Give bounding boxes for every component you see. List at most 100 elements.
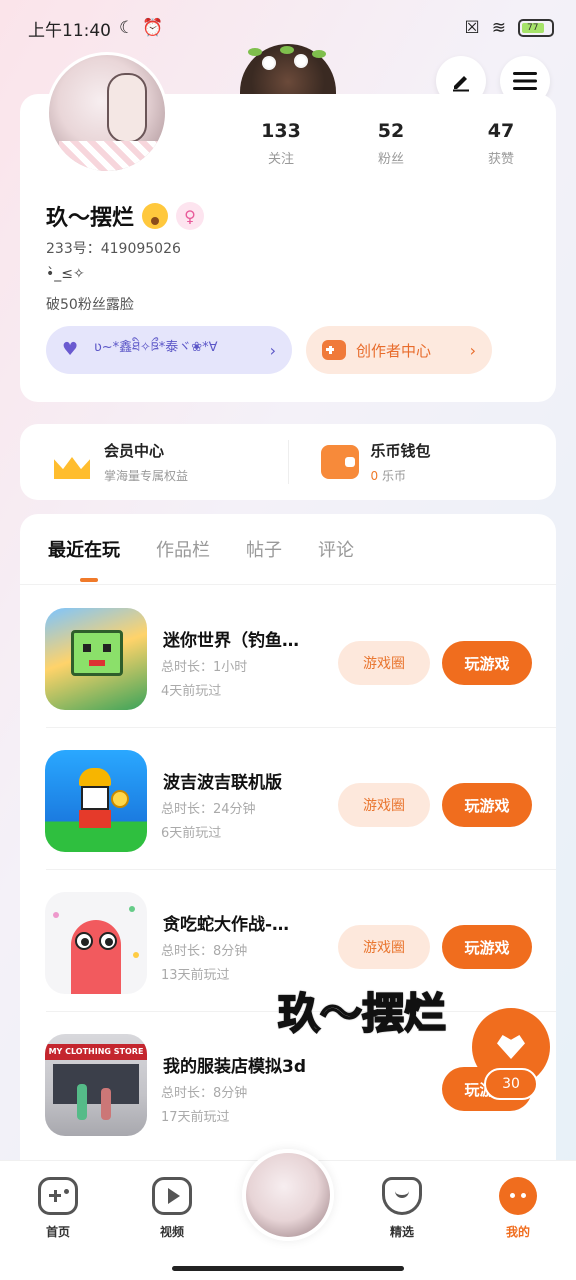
tab-bar: 最近在玩 作品栏 帖子 评论 bbox=[48, 536, 390, 562]
wallet-icon bbox=[320, 445, 359, 479]
member-center[interactable]: 会员中心 掌海量专属权益 bbox=[20, 424, 288, 500]
game-title: 波吉波吉联机版 bbox=[163, 773, 282, 793]
moon-icon: ☾ bbox=[119, 18, 135, 38]
nav-mine[interactable]: 我的 bbox=[478, 1177, 558, 1240]
signature-line-1: •̀_≤✧ bbox=[46, 266, 85, 282]
header-decoration bbox=[240, 44, 336, 98]
divider bbox=[20, 584, 556, 585]
game-circle-button[interactable]: 游戏圈 bbox=[338, 641, 430, 685]
game-duration: 总时长：8分钟 bbox=[161, 1086, 248, 1101]
game-icon-clothing-store[interactable]: MY CLOTHING STORE bbox=[45, 1034, 147, 1136]
nav-label: 我的 bbox=[505, 1225, 530, 1239]
yawn-emoji-icon bbox=[142, 203, 169, 229]
user-id: 233号：419095026 bbox=[46, 241, 181, 257]
coin-amount: 0 bbox=[370, 469, 379, 483]
nav-featured[interactable]: 精选 bbox=[362, 1177, 442, 1240]
nav-home[interactable]: 首页 bbox=[18, 1177, 98, 1240]
game-title: 贪吃蛇大作战-… bbox=[163, 915, 290, 935]
play-game-button[interactable]: 玩游戏 bbox=[442, 783, 532, 827]
creator-center-label: 创作者中心 bbox=[356, 341, 432, 360]
stat-likes[interactable]: 47 获赞 bbox=[446, 120, 556, 167]
stat-value: 133 bbox=[261, 120, 301, 142]
status-right: ☒ ≋ 77 bbox=[464, 18, 554, 38]
game-duration: 总时长：8分钟 bbox=[161, 944, 248, 959]
stat-value: 47 bbox=[487, 120, 515, 142]
tab-posts[interactable]: 帖子 bbox=[246, 536, 282, 562]
game-row[interactable]: 波吉波吉联机版 总时长：24分钟 6天前玩过 游戏圈 玩游戏 bbox=[20, 728, 556, 870]
game-duration: 总时长：1小时 bbox=[161, 660, 248, 675]
badge-pill[interactable]: ♥ ʋ~*鑫ཐི✧ཋྀ*泰ヾ❀*∀ › bbox=[46, 326, 292, 374]
game-last-played: 4天前玩过 bbox=[161, 684, 222, 699]
avatar[interactable] bbox=[46, 52, 168, 174]
status-time: 上午11:40 bbox=[28, 20, 111, 41]
stat-following[interactable]: 133 关注 bbox=[226, 120, 336, 167]
gamepad-icon bbox=[322, 340, 346, 360]
game-last-played: 17天前玩过 bbox=[161, 1110, 230, 1125]
coin-wallet-title: 乐币钱包 bbox=[370, 442, 431, 460]
stat-label: 关注 bbox=[267, 152, 294, 167]
game-title: 迷你世界（钓鱼… bbox=[163, 631, 299, 651]
nav-video[interactable]: 视频 bbox=[132, 1177, 212, 1240]
heart-icon bbox=[497, 1035, 525, 1059]
play-game-button[interactable]: 玩游戏 bbox=[442, 925, 532, 969]
game-last-played: 13天前玩过 bbox=[161, 968, 230, 983]
stat-label: 粉丝 bbox=[377, 152, 404, 167]
game-last-played: 6天前玩过 bbox=[161, 826, 222, 841]
face-icon bbox=[499, 1177, 537, 1215]
heart-diamond-icon bbox=[382, 1177, 422, 1215]
game-icon-mini-world[interactable] bbox=[45, 608, 147, 710]
member-title: 会员中心 bbox=[104, 442, 165, 460]
coin-balance: 0 乐币 bbox=[371, 467, 431, 484]
game-icon-bobo[interactable] bbox=[45, 750, 147, 852]
no-sim-icon: ☒ bbox=[464, 18, 480, 38]
game-title: 我的服装店模拟3d bbox=[163, 1057, 306, 1077]
avatar-image-detail-2 bbox=[59, 141, 159, 171]
gamepad-icon bbox=[38, 1177, 78, 1215]
member-subtitle: 掌海量专属权益 bbox=[104, 469, 189, 483]
alarm-icon: ⏰ bbox=[142, 18, 164, 38]
nickname-row: 玖～摆烂 ♀ bbox=[46, 200, 205, 232]
stats-row: 133 关注 52 粉丝 47 获赞 bbox=[226, 120, 556, 167]
active-tab-indicator bbox=[80, 578, 98, 582]
tab-comments[interactable]: 评论 bbox=[318, 536, 354, 562]
stat-value: 52 bbox=[377, 120, 405, 142]
game-row[interactable]: 迷你世界（钓鱼… 总时长：1小时 4天前玩过 游戏圈 玩游戏 bbox=[20, 586, 556, 728]
battery-icon: 77 bbox=[518, 19, 554, 37]
floating-nickname-overlay: 玖～摆烂 bbox=[277, 988, 447, 1039]
game-icon-snake[interactable] bbox=[45, 892, 147, 994]
game-duration: 总时长：24分钟 bbox=[161, 802, 256, 817]
signature-line-2: 破50粉丝露脸 bbox=[46, 297, 134, 313]
creator-center-button[interactable]: 创作者中心 › bbox=[306, 326, 492, 374]
wallet-card: 会员中心 掌海量专属权益 乐币钱包 0 乐币 bbox=[20, 424, 556, 500]
battery-level: 77 bbox=[522, 23, 544, 33]
pencil-icon bbox=[453, 76, 469, 92]
play-icon bbox=[152, 1177, 192, 1215]
chevron-right-icon: › bbox=[269, 340, 276, 360]
crown-icon bbox=[52, 445, 92, 479]
floating-count-badge[interactable]: 30 bbox=[484, 1068, 538, 1100]
nickname: 玖～摆烂 bbox=[46, 206, 135, 231]
status-left: 上午11:40 ☾ ⏰ bbox=[28, 16, 163, 41]
badge-text: ʋ~*鑫ཐི✧ཋྀ*泰ヾ❀*∀ bbox=[94, 339, 218, 355]
coin-unit: 乐币 bbox=[381, 469, 406, 483]
nav-label: 视频 bbox=[159, 1225, 184, 1239]
nav-label: 精选 bbox=[389, 1225, 414, 1239]
stat-followers[interactable]: 52 粉丝 bbox=[336, 120, 446, 167]
game-circle-button[interactable]: 游戏圈 bbox=[338, 783, 430, 827]
nav-label: 首页 bbox=[45, 1225, 70, 1239]
heart-icon: ♥ bbox=[62, 339, 79, 360]
wifi-icon: ≋ bbox=[491, 18, 506, 38]
chevron-right-icon: › bbox=[469, 340, 476, 360]
avatar-image-detail bbox=[107, 73, 147, 143]
recent-games-card: 最近在玩 作品栏 帖子 评论 迷你世界（钓鱼… 总时长：1小时 4天前玩过 游戏… bbox=[20, 514, 556, 1164]
tab-works[interactable]: 作品栏 bbox=[156, 536, 210, 562]
tab-recent[interactable]: 最近在玩 bbox=[48, 536, 120, 562]
bottom-nav: 首页 视频 精选 我的 bbox=[0, 1149, 576, 1280]
center-avatar-button[interactable] bbox=[242, 1149, 334, 1241]
coin-wallet[interactable]: 乐币钱包 0 乐币 bbox=[289, 424, 557, 500]
female-gender-icon: ♀ bbox=[176, 202, 205, 230]
stat-label: 获赞 bbox=[487, 152, 514, 167]
play-game-button[interactable]: 玩游戏 bbox=[442, 641, 532, 685]
game-circle-button[interactable]: 游戏圈 bbox=[338, 925, 430, 969]
home-indicator[interactable] bbox=[172, 1266, 404, 1271]
